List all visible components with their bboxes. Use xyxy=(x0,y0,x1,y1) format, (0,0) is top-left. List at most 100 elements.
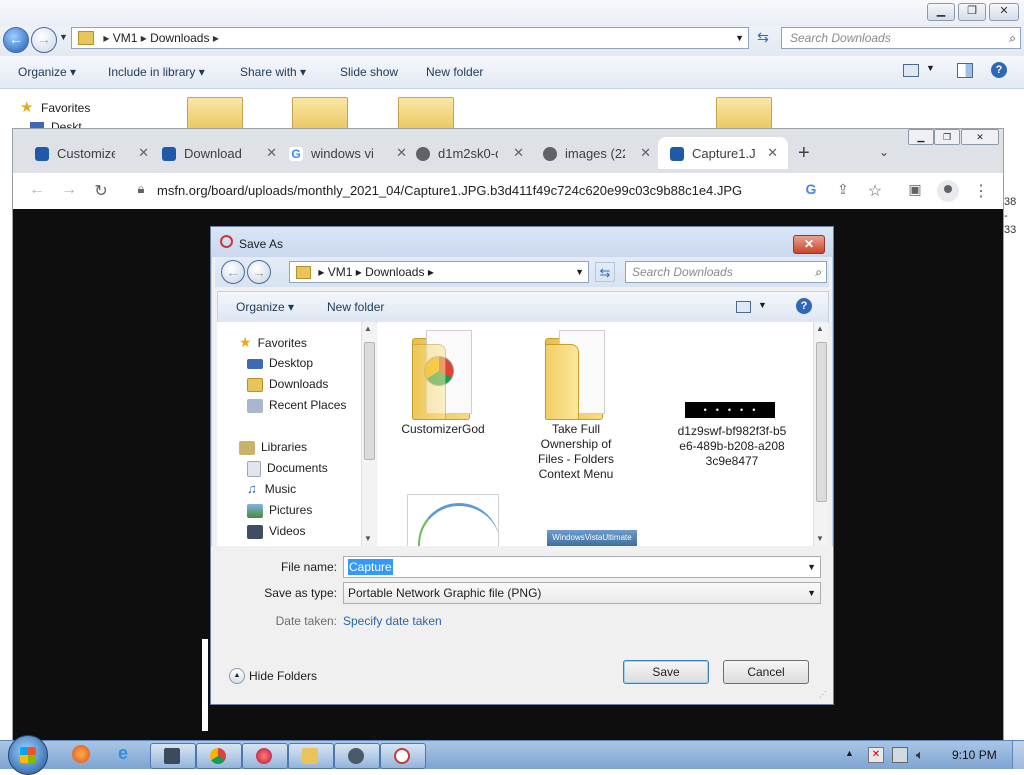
show-hidden-icons[interactable]: ▲ xyxy=(845,748,854,758)
new-folder-button[interactable]: New folder xyxy=(327,300,384,314)
search-input[interactable]: Search Downloads ⌕ xyxy=(781,27,1021,49)
address-dropdown-icon[interactable]: ▼ xyxy=(735,28,744,48)
taskbar-app-6[interactable] xyxy=(380,743,426,769)
volume-icon[interactable]: 🔈︎ xyxy=(916,747,924,763)
organize-menu[interactable]: Organize ▾ xyxy=(18,65,76,79)
start-button[interactable] xyxy=(8,735,48,775)
menu-kebab-icon[interactable]: ⋮ xyxy=(971,181,991,201)
share-icon[interactable]: ⇪ xyxy=(833,181,853,198)
clock[interactable]: 9:10 PM xyxy=(952,748,997,762)
breadcrumb-downloads[interactable]: Downloads xyxy=(365,265,424,279)
breadcrumb-vm1[interactable]: VM1 xyxy=(113,31,138,45)
tab-close-icon[interactable]: ✕ xyxy=(767,137,778,169)
profile-avatar[interactable] xyxy=(937,180,959,202)
view-icon[interactable] xyxy=(736,301,751,313)
share-with-menu[interactable]: Share with ▾ xyxy=(240,65,306,79)
restore-button[interactable]: ❐ xyxy=(934,129,960,145)
taskbar-explorer[interactable] xyxy=(288,743,334,769)
taskbar-app-1[interactable] xyxy=(150,743,196,769)
url-bar[interactable]: msfn.org/board/uploads/monthly_2021_04/C… xyxy=(157,178,817,204)
tab-close-icon[interactable]: ✕ xyxy=(396,137,407,169)
dialog-close-button[interactable]: ✕ xyxy=(793,235,825,254)
scroll-thumb[interactable] xyxy=(364,342,375,460)
tab-close-icon[interactable]: ✕ xyxy=(640,137,651,169)
file-item-customizergod[interactable]: CustomizerGod xyxy=(397,330,489,437)
address-bar[interactable]: ▸ VM1 ▸ Downloads ▸ ▼ xyxy=(71,27,749,49)
new-tab-icon[interactable]: + xyxy=(798,143,810,163)
breadcrumb-vm1[interactable]: VM1 xyxy=(328,265,353,279)
help-icon[interactable]: ? xyxy=(991,62,1007,78)
preview-pane-icon[interactable] xyxy=(957,63,973,78)
close-button[interactable]: ✕ xyxy=(989,3,1019,21)
dialog-search-input[interactable]: Search Downloads ⌕ xyxy=(625,261,827,283)
save-as-type-select[interactable]: Portable Network Graphic file (PNG) ▼ xyxy=(343,582,821,604)
google-lens-icon[interactable]: G xyxy=(801,181,821,197)
lock-icon[interactable]: 🔒︎ xyxy=(131,181,151,197)
nav-favorites[interactable]: ★ Favorites xyxy=(239,332,307,352)
navigation-scrollbar[interactable]: ▲ ▼ xyxy=(361,322,376,546)
internet-explorer-icon[interactable]: e xyxy=(118,744,136,762)
forward-icon[interactable]: → xyxy=(59,181,79,199)
taskbar-app-5[interactable] xyxy=(334,743,380,769)
slide-show-button[interactable]: Slide show xyxy=(340,65,398,79)
new-folder-button[interactable]: New folder xyxy=(426,65,483,79)
tab-close-icon[interactable]: ✕ xyxy=(138,137,149,169)
view-dropdown-icon[interactable]: ▼ xyxy=(758,300,767,310)
breadcrumb-downloads[interactable]: Downloads xyxy=(150,31,209,45)
recent-pages-icon[interactable]: ▼ xyxy=(59,32,68,42)
nav-videos[interactable]: Videos xyxy=(247,521,305,541)
address-dropdown-icon[interactable]: ▼ xyxy=(575,262,584,282)
forward-button[interactable]: → xyxy=(247,260,271,284)
tab-capture1[interactable]: Capture1.JP ✕ xyxy=(658,137,788,169)
save-button[interactable]: Save xyxy=(623,660,709,684)
tab-close-icon[interactable]: ✕ xyxy=(513,137,524,169)
nav-downloads[interactable]: Downloads xyxy=(247,374,328,394)
refresh-icon[interactable]: ⇆ xyxy=(752,29,774,49)
network-icon[interactable] xyxy=(892,747,908,763)
back-icon[interactable]: ← xyxy=(27,181,47,199)
file-item-d1z9swf[interactable]: ••••• d1z9swf-bf982f3f-b5e6-489b-b208-a2… xyxy=(677,402,787,469)
file-name-input[interactable]: Capture ▼ xyxy=(343,556,821,578)
hide-folders-toggle[interactable]: ▲ Hide Folders xyxy=(229,668,317,684)
scroll-up-icon[interactable]: ▲ xyxy=(364,324,372,333)
action-center-icon[interactable]: ✕ xyxy=(868,747,884,763)
file-item-take-full-ownership[interactable]: Take Full Ownership of Files - Folders C… xyxy=(530,330,622,482)
view-dropdown-icon[interactable]: ▼ xyxy=(926,63,935,73)
file-name-dropdown-icon[interactable]: ▼ xyxy=(807,557,816,577)
back-button[interactable]: ← xyxy=(221,260,245,284)
minimize-button[interactable]: ▁ xyxy=(908,129,934,145)
cancel-button[interactable]: Cancel xyxy=(723,660,809,684)
include-in-library-menu[interactable]: Include in library ▾ xyxy=(108,65,205,79)
scroll-up-icon[interactable]: ▲ xyxy=(816,324,824,333)
nav-libraries[interactable]: Libraries xyxy=(239,437,307,457)
vista-thumbnail[interactable]: WindowsVistaUltimate xyxy=(547,530,637,546)
tab-close-icon[interactable]: ✕ xyxy=(266,137,277,169)
view-icon[interactable] xyxy=(903,64,919,77)
close-button[interactable]: ✕ xyxy=(961,129,999,145)
nav-favorites[interactable]: Favorites xyxy=(41,101,90,115)
taskbar-chrome[interactable] xyxy=(196,743,242,769)
reload-icon[interactable]: ↻ xyxy=(91,181,111,201)
nav-pictures[interactable]: Pictures xyxy=(247,500,312,520)
tab-search-icon[interactable]: ⌄ xyxy=(879,145,889,159)
tab-images[interactable]: images (22 ✕ xyxy=(543,137,651,169)
date-taken-link[interactable]: Specify date taken xyxy=(343,614,442,628)
back-button[interactable]: ← xyxy=(3,27,29,53)
file-list-scrollbar[interactable]: ▲ ▼ xyxy=(813,322,828,546)
scroll-thumb[interactable] xyxy=(816,342,827,502)
nav-documents[interactable]: Documents xyxy=(247,458,328,478)
show-desktop-button[interactable] xyxy=(1012,741,1024,769)
resize-grip-icon[interactable]: ⋰ xyxy=(819,690,827,699)
side-panel-icon[interactable]: ▣ xyxy=(905,181,925,198)
dialog-address-bar[interactable]: ▸ VM1 ▸ Downloads ▸ ▼ xyxy=(289,261,589,283)
tab-d1m2sk0[interactable]: d1m2sk0-d ✕ xyxy=(416,137,524,169)
nav-recent-places[interactable]: Recent Places xyxy=(247,395,346,415)
scroll-down-icon[interactable]: ▼ xyxy=(816,534,824,543)
refresh-icon[interactable]: ⇆ xyxy=(595,262,615,282)
tab-downloading[interactable]: Downloading ✕ xyxy=(162,137,277,169)
firefox-icon[interactable] xyxy=(72,745,90,763)
bookmark-star-icon[interactable]: ☆ xyxy=(865,181,885,201)
maximize-button[interactable]: ❐ xyxy=(958,3,986,21)
image-thumbnail[interactable] xyxy=(407,494,499,546)
tab-customizer[interactable]: Customizer ✕ xyxy=(35,137,155,169)
